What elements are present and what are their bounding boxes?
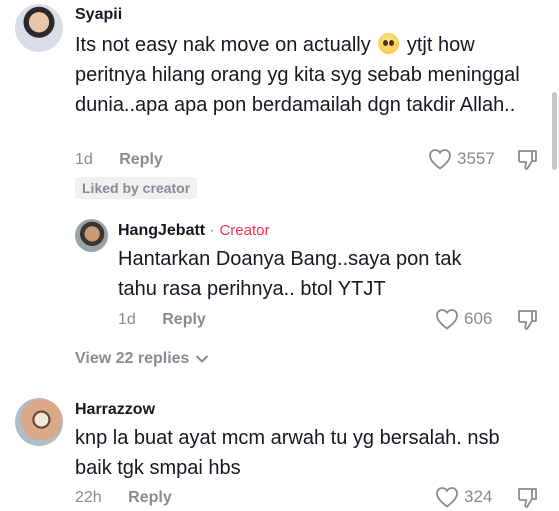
comment-time: 1d xyxy=(118,311,136,328)
view-replies-button[interactable]: View 22 replies xyxy=(75,350,209,368)
creator-separator: · xyxy=(209,222,215,239)
like-button-harrazzow[interactable]: 324 xyxy=(435,486,492,508)
comment-meta-harrazzow: 22h Reply xyxy=(75,489,172,507)
scrollbar[interactable] xyxy=(552,92,557,170)
username-syapii[interactable]: Syapii xyxy=(75,6,122,24)
chevron-down-icon xyxy=(196,355,209,363)
liked-by-creator-badge: Liked by creator xyxy=(75,177,198,199)
comment-meta-syapii: 1d Reply xyxy=(75,151,163,169)
comment-text-harrazzow: knp la buat ayat mcm arwah tu yg bersala… xyxy=(75,427,500,479)
like-count: 606 xyxy=(464,309,493,328)
comment-text-part-1: Its not easy nak move on actually xyxy=(75,34,371,56)
username-hangjebatt: HangJebatt · Creator xyxy=(118,222,269,240)
comment-text-hangjebatt: Hantarkan Doanya Bang..saya pon tak tahu… xyxy=(118,248,462,300)
comment-meta-hangjebatt: 1d Reply xyxy=(118,311,206,329)
dislike-icon[interactable] xyxy=(516,486,538,510)
avatar-syapii[interactable] xyxy=(15,4,63,52)
reply-username[interactable]: HangJebatt xyxy=(118,222,205,239)
like-count: 324 xyxy=(464,487,493,506)
heart-icon xyxy=(436,487,458,508)
like-button-syapii[interactable]: 3557 xyxy=(428,148,495,170)
reply-button[interactable]: Reply xyxy=(128,489,172,506)
avatar-harrazzow[interactable] xyxy=(15,398,63,446)
dislike-icon[interactable] xyxy=(516,308,538,332)
comment-time: 22h xyxy=(75,489,102,506)
heart-icon xyxy=(436,309,458,330)
dislike-icon[interactable] xyxy=(516,148,538,172)
like-count: 3557 xyxy=(457,149,495,168)
like-button-hangjebatt[interactable]: 606 xyxy=(435,308,492,330)
avatar-hangjebatt[interactable] xyxy=(75,219,108,252)
reply-button[interactable]: Reply xyxy=(119,151,163,168)
view-replies-label: View 22 replies xyxy=(75,350,190,367)
comment-text-syapii: Its not easy nak move on actually ytjt h… xyxy=(75,30,520,120)
comment-time: 1d xyxy=(75,151,93,168)
reply-button[interactable]: Reply xyxy=(162,311,206,328)
pleading-face-emoji-icon xyxy=(378,33,400,54)
username-harrazzow[interactable]: Harrazzow xyxy=(75,401,155,419)
creator-label: Creator xyxy=(219,222,270,239)
heart-icon xyxy=(429,149,451,170)
